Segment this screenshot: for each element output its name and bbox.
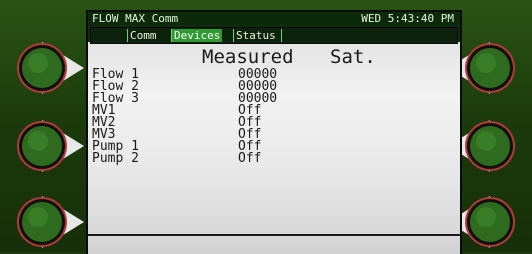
footer-divider [88, 234, 460, 236]
tab-divider [281, 29, 282, 42]
column-header-sat: Sat. [330, 46, 376, 68]
clock-display: WED 5:43:40 PM [361, 12, 454, 25]
device-label: Pump 2 [92, 151, 139, 166]
tab-devices[interactable]: Devices [171, 29, 223, 42]
device-row-flow-3: Flow 3 00000 [92, 92, 452, 105]
softkey-left-2[interactable] [14, 118, 84, 174]
tab-bar: Comm Devices Status [90, 27, 458, 44]
column-header-measured: Measured [202, 46, 294, 68]
lcd-screen: FLOW MAX Comm WED 5:43:40 PM Comm Device… [86, 10, 462, 254]
softkey-right-3[interactable] [448, 194, 518, 250]
softkey-left-3[interactable] [14, 194, 84, 250]
device-row-pump-1: Pump 1 Off [92, 140, 452, 153]
tab-strip: Comm Devices Status [88, 25, 460, 44]
tab-status[interactable]: Status [233, 29, 278, 42]
device-row-mv1: MV1 Off [92, 104, 452, 117]
screen-title: FLOW MAX Comm [92, 12, 179, 25]
device-panel: FLOW MAX Comm WED 5:43:40 PM Comm Device… [0, 0, 532, 254]
tab-comm[interactable]: Comm [127, 29, 159, 42]
device-row-pump-2: Pump 2 Off [92, 151, 452, 166]
softkey-right-2[interactable] [448, 118, 518, 174]
device-list: Flow 1 00000 Flow 2 00000 Flow 3 00000 M… [92, 68, 452, 166]
screen-header: FLOW MAX Comm WED 5:43:40 PM [88, 12, 460, 25]
device-value: Off [238, 151, 262, 166]
device-row-mv3: MV3 Off [92, 128, 452, 141]
device-row-mv2: MV2 Off [92, 116, 452, 129]
softkey-left-1[interactable] [14, 40, 84, 96]
softkey-right-1[interactable] [448, 40, 518, 96]
